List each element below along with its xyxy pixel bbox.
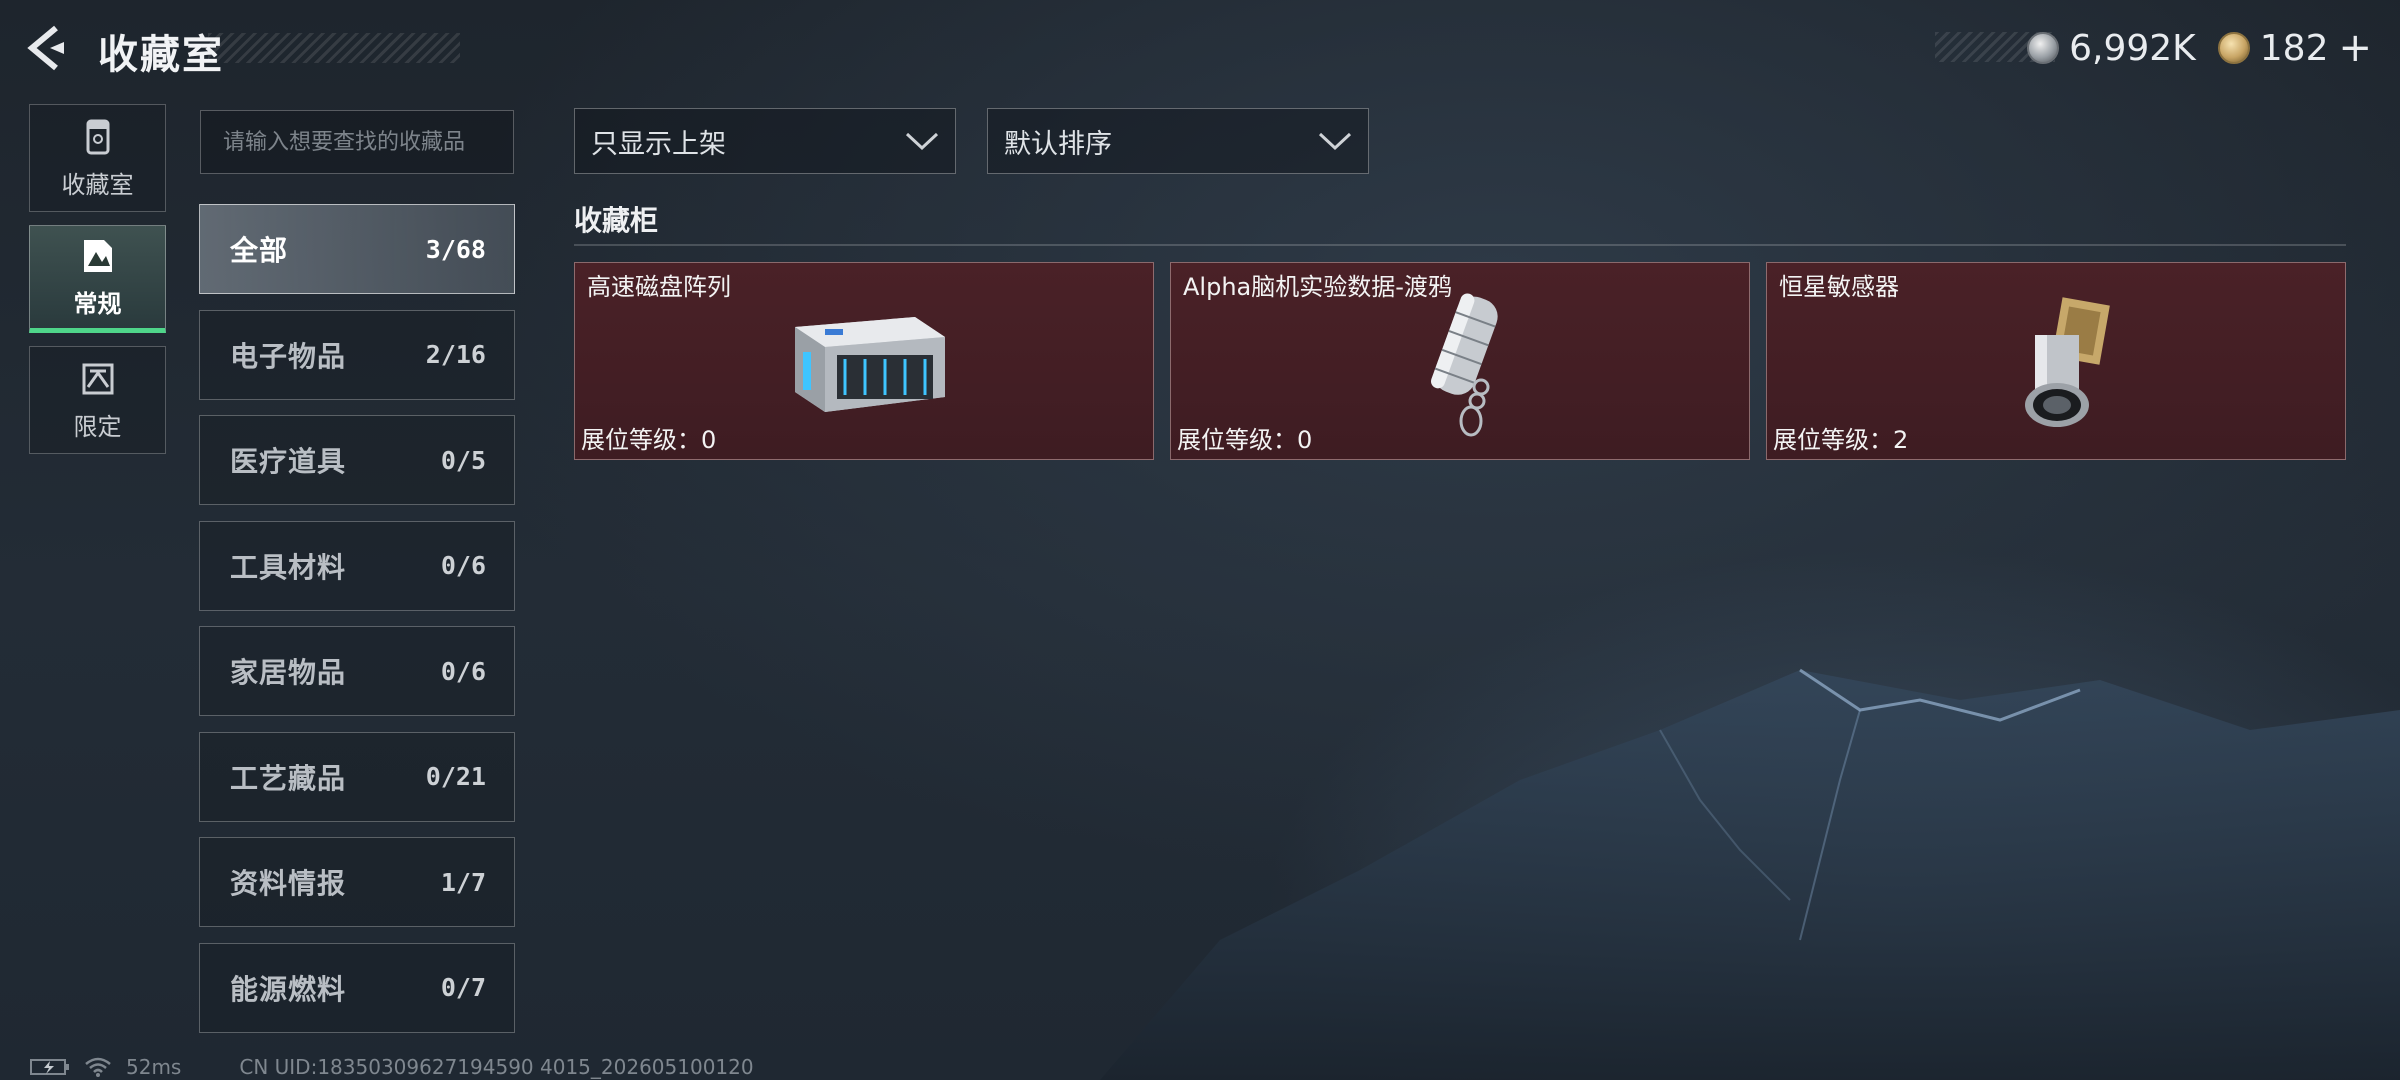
top-bar: 收藏室 6,992K 182 +	[0, 0, 2400, 100]
sort-dropdown[interactable]: 默认排序	[987, 108, 1369, 174]
card-level: 展位等级：2	[1773, 426, 1909, 454]
add-currency-button[interactable]: +	[2338, 25, 2372, 71]
nav-label: 常规	[73, 289, 122, 318]
nav-label: 限定	[73, 412, 122, 441]
collectible-card[interactable]: Alpha脑机实验数据-渡鸦 展位等级：0	[1170, 262, 1750, 460]
category-count: 0/5	[440, 445, 486, 475]
category-label: 能源燃料	[230, 972, 347, 1006]
section-title: 收藏柜	[574, 204, 659, 237]
side-nav: 收藏室 常规 限定	[29, 104, 166, 467]
collectible-card[interactable]: 高速磁盘阵列 展位等级：0	[574, 262, 1154, 460]
title-decoration	[208, 33, 460, 63]
data-drive-keychain-icon	[1431, 293, 1498, 437]
nav-item-collection-room[interactable]: 收藏室	[29, 104, 166, 212]
category-count: 0/21	[425, 762, 486, 791]
card-level: 展位等级：0	[1177, 426, 1313, 454]
category-count: 2/16	[425, 340, 486, 369]
category-medical[interactable]: 医疗道具 0/5	[199, 415, 515, 505]
star-sensor-icon	[2025, 297, 2110, 427]
currency-bar: 6,992K 182 +	[1935, 25, 2372, 71]
silver-currency: 6,992K	[2027, 28, 2196, 69]
nav-item-regular[interactable]: 常规	[29, 225, 166, 333]
search-input[interactable]	[200, 110, 514, 174]
back-arrow-icon[interactable]	[26, 24, 70, 72]
chevron-down-icon	[905, 132, 939, 151]
category-label: 医疗道具	[230, 445, 347, 478]
ping-value: 52ms	[126, 1055, 182, 1079]
card-name: 恒星敏感器	[1779, 273, 1899, 301]
collection-cabinet: 高速磁盘阵列 展位等级：0 Alpha脑机实验数据-渡鸦 展位等级：0 恒星敏感…	[574, 262, 2346, 460]
category-electronics[interactable]: 电子物品 2/16	[199, 309, 515, 400]
card-name: 高速磁盘阵列	[587, 273, 731, 301]
category-label: 全部	[230, 234, 289, 267]
category-crafts[interactable]: 工艺藏品 0/21	[199, 731, 515, 822]
category-count: 1/7	[440, 867, 486, 897]
category-label: 工艺藏品	[230, 761, 347, 795]
status-bar: 52ms CN UID:18350309627194590 4015_20260…	[30, 1054, 754, 1080]
category-count: 3/68	[425, 234, 486, 264]
category-household[interactable]: 家居物品 0/6	[199, 626, 515, 716]
category-energy[interactable]: 能源燃料 0/7	[199, 942, 515, 1033]
category-count: 0/6	[440, 551, 486, 580]
wifi-icon	[85, 1057, 111, 1077]
gold-coin-icon	[2217, 32, 2250, 64]
category-list: 全部 3/68 电子物品 2/16 医疗道具 0/5 工具材料 0/6 家居物品…	[199, 204, 515, 1048]
display-filter-dropdown[interactable]: 只显示上架	[574, 108, 956, 174]
category-label: 电子物品	[230, 339, 347, 373]
user-uid: CN UID:18350309627194590 4015_2026051001…	[239, 1055, 754, 1079]
nav-item-limited[interactable]: 限定	[29, 346, 166, 454]
category-count: 0/7	[440, 973, 486, 1002]
category-intel[interactable]: 资料情报 1/7	[199, 837, 515, 927]
category-count: 0/6	[440, 656, 486, 686]
nav-label: 收藏室	[61, 170, 134, 199]
category-all[interactable]: 全部 3/68	[199, 204, 515, 294]
battery-icon	[30, 1059, 69, 1075]
dropdown-value: 默认排序	[1004, 128, 1112, 160]
disk-array-icon	[795, 317, 945, 412]
category-tools[interactable]: 工具材料 0/6	[199, 520, 515, 611]
silver-coin-icon	[2027, 32, 2060, 64]
limited-icon	[82, 363, 113, 394]
collectible-card[interactable]: 恒星敏感器 展位等级：2	[1766, 262, 2346, 460]
section-divider	[574, 244, 2346, 246]
gold-currency: 182 +	[2217, 25, 2372, 71]
category-label: 家居物品	[230, 656, 347, 689]
collection-room-icon	[86, 119, 109, 154]
page-title: 收藏室	[98, 32, 224, 78]
regular-icon	[83, 239, 112, 272]
category-label: 工具材料	[230, 550, 347, 584]
gold-currency-value: 182	[2259, 27, 2329, 69]
category-label: 资料情报	[230, 867, 347, 900]
dropdown-value: 只显示上架	[591, 128, 726, 160]
card-level: 展位等级：0	[581, 426, 717, 454]
background-mountain	[1100, 668, 2400, 1080]
chevron-down-icon	[1318, 132, 1352, 151]
silver-currency-value: 6,992K	[2069, 27, 2196, 69]
